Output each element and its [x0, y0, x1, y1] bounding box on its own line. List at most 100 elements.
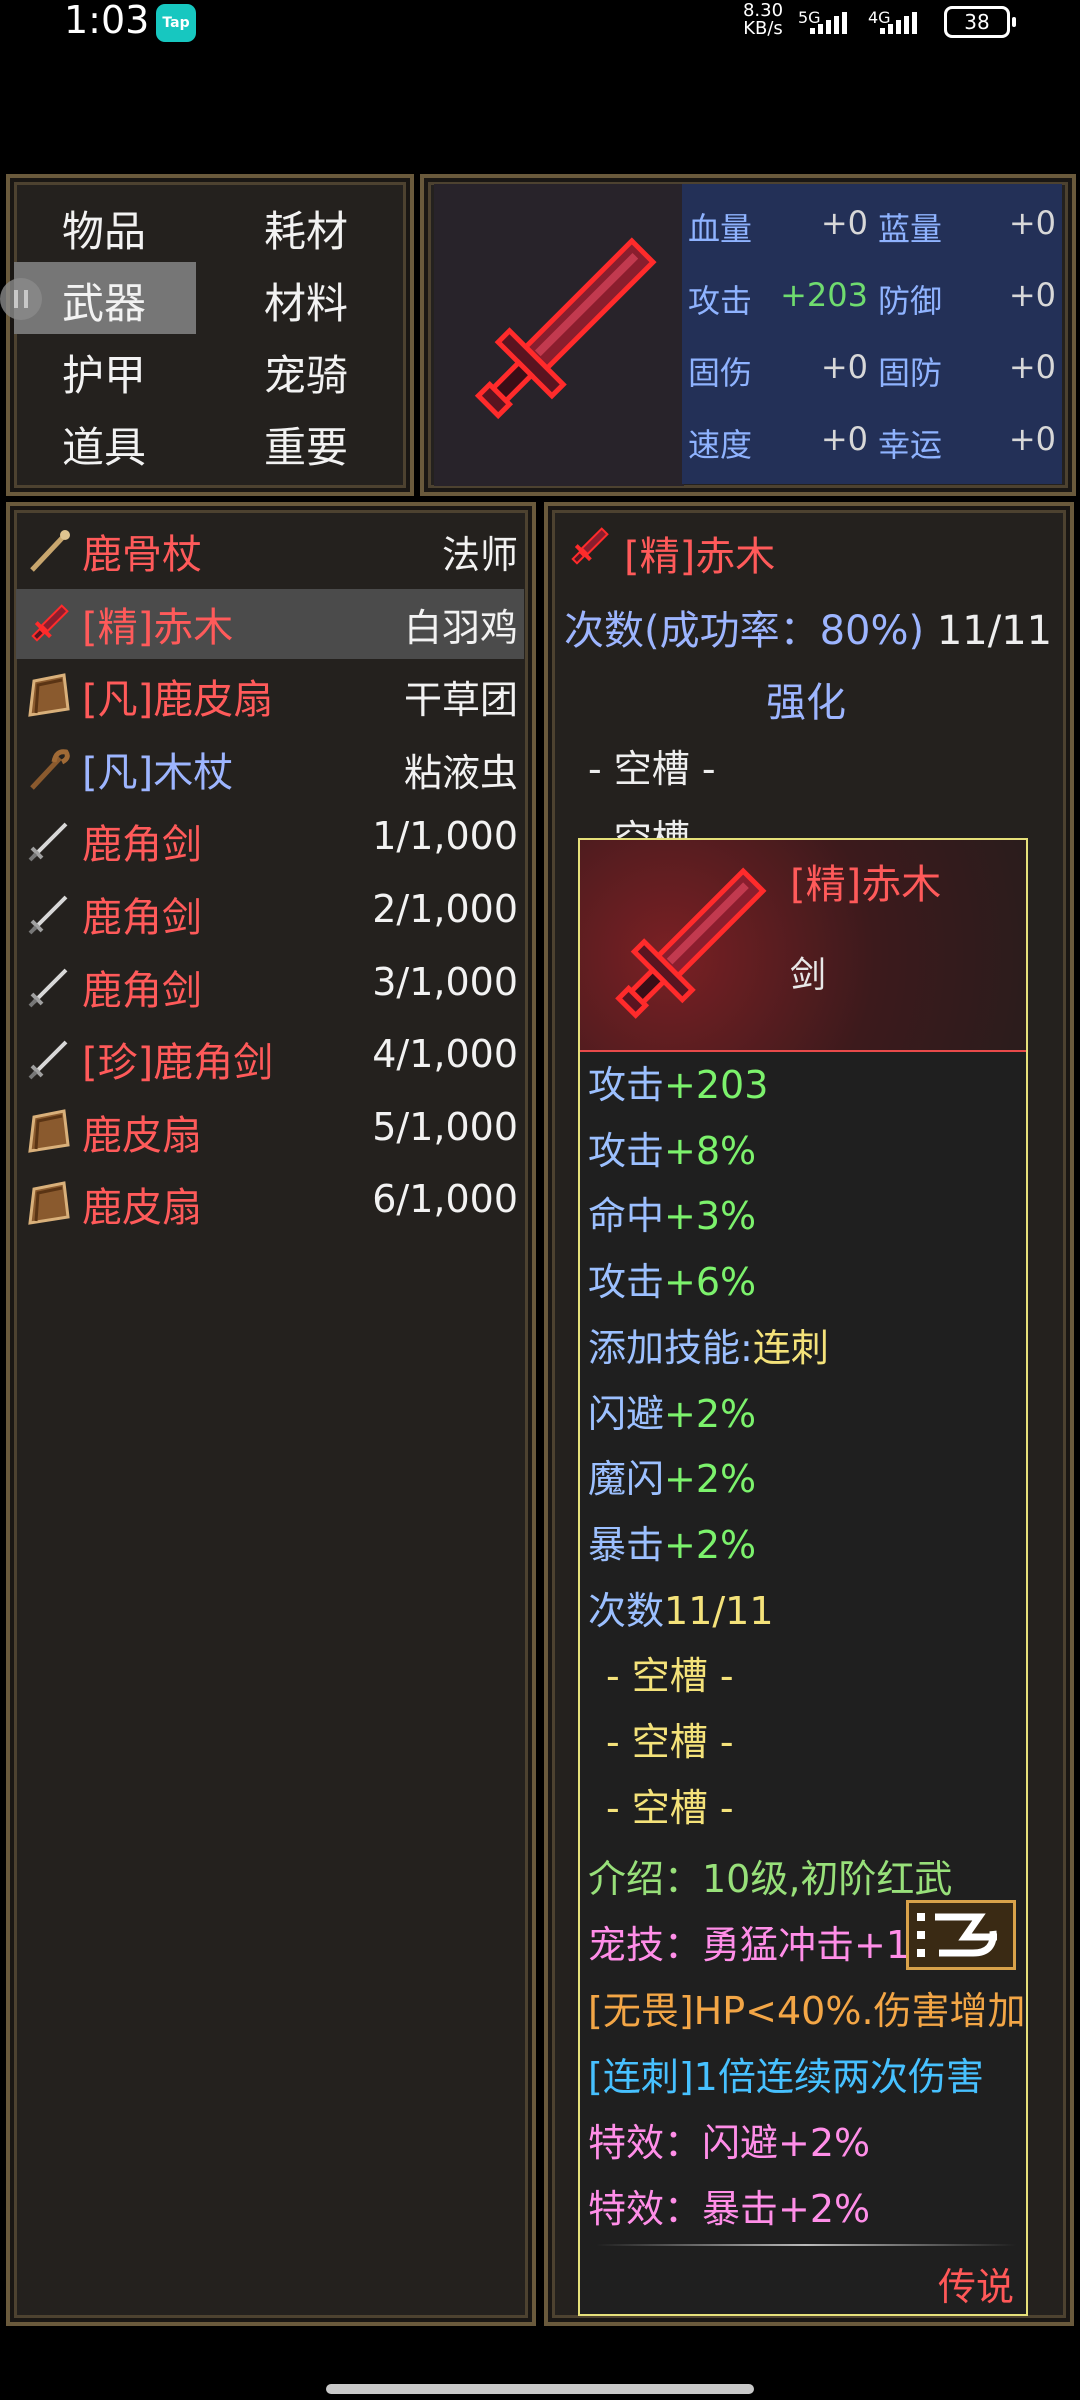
tooltip-attribute: 添加技能:连刺 [588, 1317, 829, 1372]
tab-pets-mounts[interactable]: 宠骑 [264, 342, 348, 403]
stat-mp-value: +0 [1008, 204, 1056, 242]
tooltip-attribute-value: +8% [664, 1128, 757, 1173]
item-name: [凡]鹿皮扇 [82, 677, 274, 724]
item-row[interactable]: [珍]鹿角剑 4/1,000 [16, 1024, 524, 1094]
item-aux-label: 粘液虫 [403, 750, 518, 795]
tooltip-attribute-label: 次数 [588, 1588, 665, 1633]
clock: 1:03 [64, 0, 150, 42]
sword-icon [28, 895, 68, 935]
item-name: 鹿骨杖 [82, 532, 202, 578]
stat-fixed-def-label: 固防 [878, 354, 943, 392]
item-row[interactable]: 鹿皮扇 5/1,000 [16, 1097, 524, 1167]
tooltip-attribute: 闪避+2% [588, 1383, 756, 1438]
item-aux-label: 干草团 [403, 678, 518, 723]
empty-slot-1[interactable]: - 空槽 - [588, 738, 716, 793]
tab-consumables[interactable]: 耗材 [264, 198, 348, 259]
tooltip-item-type: 剑 [790, 955, 827, 996]
tooltip-attribute-label: 攻击 [588, 1063, 665, 1107]
tooltip-item-name: [精]赤木 [790, 862, 942, 908]
tooltip-attribute-value: +2% [664, 1522, 757, 1567]
item-aux-label: 6/1,000 [372, 1177, 518, 1222]
tooltip-attribute-value: +2% [664, 1457, 757, 1502]
item-row[interactable]: 鹿角剑 1/1,000 [16, 806, 524, 876]
wood-staff-icon [30, 749, 70, 790]
tooltip-rarity: 传说 [938, 2265, 1015, 2309]
signal-bars-icon-2 [880, 12, 917, 34]
item-aux-label: 5/1,000 [372, 1104, 518, 1149]
tooltip-pet-skill: 宠技：勇猛冲击+1 [588, 1923, 911, 1967]
item-row[interactable]: [凡]鹿皮扇 干草团 [16, 661, 524, 731]
item-name: 鹿皮扇 [82, 1185, 202, 1232]
item-row[interactable]: 鹿骨杖 法师 [16, 516, 524, 586]
tooltip-attribute: 暴击+2% [588, 1514, 756, 1569]
tab-important[interactable]: 重要 [264, 414, 348, 475]
tooltip-attribute-label: 攻击 [588, 1128, 665, 1173]
tooltip-attribute-label: 命中 [588, 1194, 665, 1239]
red-sword-icon [571, 527, 609, 565]
tooltip-attribute: 攻击+203 [588, 1054, 768, 1109]
item-name: 鹿皮扇 [82, 1112, 202, 1159]
signal-bars-icon [810, 12, 847, 34]
tooltip-combo: [连刺]1倍连续两次伤害 [588, 2055, 984, 2099]
stat-fixed-dmg-value: +0 [820, 348, 868, 386]
compare-icon-button[interactable] [906, 1900, 1016, 1970]
stat-speed-label: 速度 [688, 426, 753, 464]
item-row[interactable]: 鹿角剑 3/1,000 [16, 952, 524, 1022]
stat-hp-value: +0 [820, 204, 868, 242]
red-sword-icon [474, 237, 657, 420]
tooltip-effect-2: 特效：暴击+2% [588, 2187, 871, 2231]
network-speed-unit: KB/s [743, 18, 783, 39]
weapon-preview [434, 184, 684, 486]
floating-handle-icon[interactable] [0, 278, 42, 320]
stat-atk-label: 攻击 [688, 282, 753, 320]
tooltip-attribute-label: 魔闪 [588, 1457, 665, 1502]
tab-weapons[interactable]: 武器 [62, 270, 146, 331]
sword-icon [28, 968, 68, 1008]
item-row[interactable]: 鹿皮扇 6/1,000 [16, 1169, 524, 1239]
home-indicator[interactable] [326, 2384, 754, 2394]
red-sword-icon [31, 603, 69, 642]
tooltip-intro: 介绍：10级,初阶红武 [588, 1857, 953, 1901]
staff-icon [30, 530, 70, 572]
item-row[interactable]: 鹿角剑 2/1,000 [16, 879, 524, 949]
stat-atk-value: +203 [780, 276, 868, 314]
stat-luck-value: +0 [1008, 420, 1056, 458]
network-speed: 8.30 KB/s [738, 2, 788, 38]
sword-icon [28, 1040, 68, 1080]
stat-def-value: +0 [1008, 276, 1056, 314]
taptap-app-icon: Tap [156, 4, 196, 42]
item-row[interactable]: [精]赤木 白羽鸡 [16, 588, 524, 659]
stat-hp-label: 血量 [688, 210, 753, 248]
tooltip-empty-slot: - 空槽 - [606, 1654, 734, 1699]
detail-item-title: [精]赤木 [624, 534, 776, 580]
tooltip-attribute-value: 11/11 [664, 1588, 774, 1633]
tooltip-attribute-value: 连刺 [752, 1325, 829, 1370]
stat-luck-label: 幸运 [878, 426, 943, 464]
item-name: [凡]木杖 [82, 749, 234, 796]
tab-tools[interactable]: 道具 [62, 414, 146, 475]
enhance-count-value: 11/11 [936, 608, 1053, 654]
item-aux-label: 1/1,000 [372, 814, 518, 859]
tooltip-attribute: 攻击+6% [588, 1251, 756, 1306]
tooltip-attribute-label: 暴击 [588, 1522, 665, 1567]
status-bar: 1:03 Tap 8.30 KB/s 5G 4G 38 [0, 0, 1080, 60]
tab-armor[interactable]: 护甲 [62, 342, 146, 403]
item-row[interactable]: [凡]木杖 粘液虫 [16, 734, 524, 804]
tooltip-attribute-label: 攻击 [588, 1260, 665, 1305]
battery-icon: 38 [944, 6, 1016, 38]
fan-icon [28, 1181, 70, 1226]
item-aux-label: 白羽鸡 [403, 605, 518, 650]
tooltip-effect-1: 特效：闪避+2% [588, 2121, 871, 2165]
tab-items[interactable]: 物品 [62, 198, 146, 259]
tooltip-empty-slot: - 空槽 - [606, 1720, 734, 1764]
enhance-button[interactable]: 强化 [766, 670, 846, 728]
tooltip-divider [596, 2244, 1016, 2246]
item-name: [珍]鹿角剑 [82, 1040, 274, 1087]
fan-icon [28, 673, 70, 717]
stat-fixed-def-value: +0 [1008, 348, 1056, 386]
tooltip-attribute: 次数11/11 [588, 1580, 774, 1635]
item-name: 鹿角剑 [82, 895, 202, 941]
tooltip-attribute: 魔闪+2% [588, 1448, 756, 1503]
tab-materials[interactable]: 材料 [264, 270, 348, 331]
stat-speed-value: +0 [820, 420, 868, 458]
